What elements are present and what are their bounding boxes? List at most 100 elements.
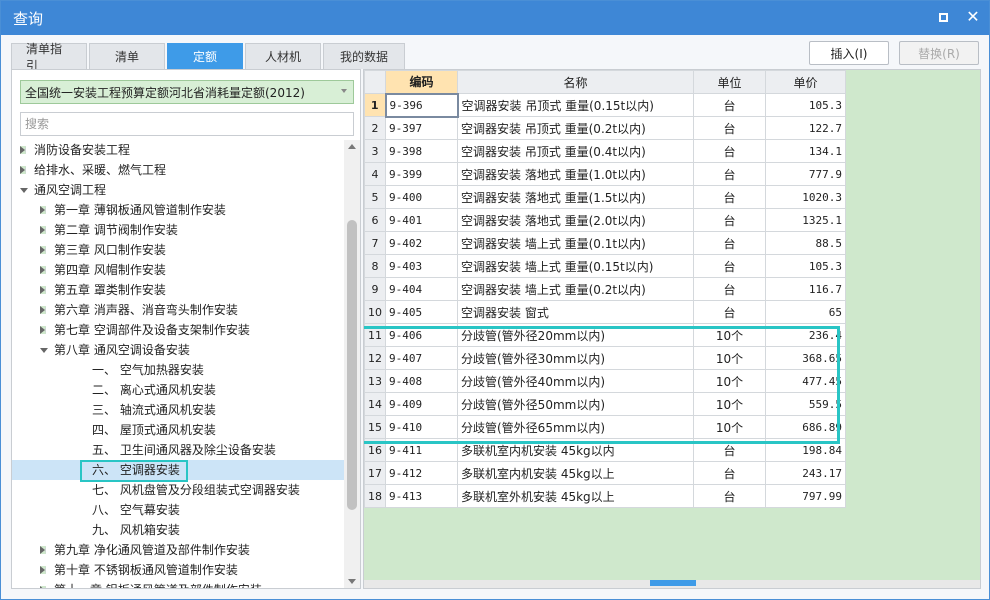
row-number-cell[interactable]: 10 — [364, 300, 386, 324]
tree-node[interactable]: 一、 空气加热器安装 — [12, 360, 344, 380]
price-cell[interactable]: 559.5 — [765, 392, 846, 416]
name-cell[interactable]: 空调器安装 吊顶式 重量(0.4t以内) — [457, 139, 694, 163]
name-cell[interactable]: 分歧管(管外径30mm以内) — [457, 346, 694, 370]
price-cell[interactable]: 797.99 — [765, 484, 846, 508]
name-cell[interactable]: 空调器安装 窗式 — [457, 300, 694, 324]
row-number-cell[interactable]: 6 — [364, 208, 386, 232]
price-cell[interactable]: 122.7 — [765, 116, 846, 140]
code-cell[interactable]: 9-406 — [385, 323, 458, 347]
tab-labor-material-machine[interactable]: 人材机 — [245, 43, 321, 69]
name-cell[interactable]: 多联机室外机安装 45kg以上 — [457, 484, 694, 508]
table-row[interactable]: 17 9-412 多联机室内机安装 45kg以上台 243.17 — [364, 461, 846, 485]
tree-node[interactable]: 通风空调工程 — [12, 180, 344, 200]
tree-node[interactable]: 七、 风机盘管及分段组装式空调器安装 — [12, 480, 344, 500]
tree-node[interactable]: 第十章 不锈钢板通风管道制作安装 — [12, 560, 344, 580]
code-cell[interactable]: 9-398 — [385, 139, 458, 163]
unit-cell[interactable]: 台 — [693, 300, 766, 324]
tree-node[interactable]: 四、 屋顶式通风机安装 — [12, 420, 344, 440]
unit-cell[interactable]: 台 — [693, 277, 766, 301]
tree-node[interactable]: 第六章 消声器、消音弯头制作安装 — [12, 300, 344, 320]
name-cell[interactable]: 空调器安装 墙上式 重量(0.15t以内) — [457, 254, 694, 278]
price-cell[interactable]: 1325.1 — [765, 208, 846, 232]
price-cell[interactable]: 116.7 — [765, 277, 846, 301]
quota-library-select[interactable]: 全国统一安装工程预算定额河北省消耗量定额(2012) — [20, 80, 354, 104]
price-cell[interactable]: 777.9 — [765, 162, 846, 186]
code-cell[interactable]: 9-408 — [385, 369, 458, 393]
name-column-header[interactable]: 名称 — [457, 70, 694, 94]
unit-cell[interactable]: 10个 — [693, 415, 766, 439]
tree-node[interactable]: 第九章 净化通风管道及部件制作安装 — [12, 540, 344, 560]
scroll-down-icon[interactable] — [348, 579, 356, 584]
search-input[interactable] — [20, 112, 354, 136]
table-row[interactable]: 4 9-399 空调器安装 落地式 重量(1.0t以内) 台 777.9 — [364, 162, 846, 186]
unit-cell[interactable]: 10个 — [693, 392, 766, 416]
price-cell[interactable]: 198.84 — [765, 438, 846, 462]
price-cell[interactable]: 105.3 — [765, 93, 846, 117]
name-cell[interactable]: 空调器安装 落地式 重量(1.5t以内) — [457, 185, 694, 209]
chevron-right-icon[interactable] — [40, 586, 46, 588]
grid-hscrollbar[interactable] — [364, 580, 980, 588]
unit-cell[interactable]: 台 — [693, 185, 766, 209]
tree-node[interactable]: 第三章 风口制作安装 — [12, 240, 344, 260]
table-row[interactable]: 12 9-407 分歧管(管外径30mm以内) 10个 368.65 — [364, 346, 846, 370]
chevron-right-icon[interactable] — [40, 306, 46, 314]
chevron-right-icon[interactable] — [40, 286, 46, 294]
name-cell[interactable]: 空调器安装 墙上式 重量(0.1t以内) — [457, 231, 694, 255]
chevron-right-icon[interactable] — [20, 146, 26, 154]
close-button[interactable]: ✕ — [965, 9, 981, 25]
row-number-cell[interactable]: 14 — [364, 392, 386, 416]
splitter-grip[interactable] — [650, 580, 696, 586]
insert-button[interactable]: 插入(I) — [809, 41, 889, 65]
row-number-cell[interactable]: 9 — [364, 277, 386, 301]
unit-cell[interactable]: 台 — [693, 231, 766, 255]
table-row[interactable]: 16 9-411 多联机室内机安装 45kg以内台 198.84 — [364, 438, 846, 462]
name-cell[interactable]: 分歧管(管外径65mm以内) — [457, 415, 694, 439]
row-number-cell[interactable]: 16 — [364, 438, 386, 462]
chevron-right-icon[interactable] — [40, 266, 46, 274]
table-row[interactable]: 3 9-398 空调器安装 吊顶式 重量(0.4t以内) 台 134.1 — [364, 139, 846, 163]
maximize-button[interactable] — [935, 9, 951, 25]
name-cell[interactable]: 分歧管(管外径50mm以内) — [457, 392, 694, 416]
price-cell[interactable]: 1020.3 — [765, 185, 846, 209]
chevron-right-icon[interactable] — [20, 166, 26, 174]
name-cell[interactable]: 空调器安装 吊顶式 重量(0.2t以内) — [457, 116, 694, 140]
tree-node[interactable]: 九、 风机箱安装 — [12, 520, 344, 540]
code-cell[interactable]: 9-400 — [385, 185, 458, 209]
price-cell[interactable]: 243.17 — [765, 461, 846, 485]
code-cell[interactable]: 9-403 — [385, 254, 458, 278]
price-cell[interactable]: 477.45 — [765, 369, 846, 393]
tree-node[interactable]: 五、 卫生间通风器及除尘设备安装 — [12, 440, 344, 460]
unit-cell[interactable]: 台 — [693, 139, 766, 163]
tab-bill[interactable]: 清单 — [89, 43, 165, 69]
code-column-header[interactable]: 编码 — [385, 70, 458, 94]
code-cell[interactable]: 9-397 — [385, 116, 458, 140]
tree-node[interactable]: 八、 空气幕安装 — [12, 500, 344, 520]
tree-node[interactable]: 第五章 罩类制作安装 — [12, 280, 344, 300]
row-number-cell[interactable]: 18 — [364, 484, 386, 508]
unit-cell[interactable]: 台 — [693, 461, 766, 485]
row-number-cell[interactable]: 5 — [364, 185, 386, 209]
table-row[interactable]: 2 9-397 空调器安装 吊顶式 重量(0.2t以内) 台 122.7 — [364, 116, 846, 140]
chevron-right-icon[interactable] — [40, 566, 46, 574]
tree-node[interactable]: 二、 离心式通风机安装 — [12, 380, 344, 400]
tree-node[interactable]: 六、 空调器安装 — [12, 460, 344, 480]
unit-cell[interactable]: 台 — [693, 93, 766, 117]
code-cell[interactable]: 9-409 — [385, 392, 458, 416]
tree-node[interactable]: 第四章 风帽制作安装 — [12, 260, 344, 280]
tree-node[interactable]: 三、 轴流式通风机安装 — [12, 400, 344, 420]
tree-node[interactable]: 第二章 调节阀制作安装 — [12, 220, 344, 240]
scroll-thumb[interactable] — [347, 220, 357, 510]
table-row[interactable]: 11 9-406 分歧管(管外径20mm以内) 10个 236.4 — [364, 323, 846, 347]
tab-quota[interactable]: 定额 — [167, 43, 243, 69]
tree-node[interactable]: 消防设备安装工程 — [12, 140, 344, 160]
row-number-cell[interactable]: 1 — [364, 93, 386, 117]
price-column-header[interactable]: 单价 — [765, 70, 846, 94]
chevron-right-icon[interactable] — [40, 206, 46, 214]
table-row[interactable]: 7 9-402 空调器安装 墙上式 重量(0.1t以内) 台 88.5 — [364, 231, 846, 255]
unit-cell[interactable]: 台 — [693, 208, 766, 232]
name-cell[interactable]: 空调器安装 落地式 重量(1.0t以内) — [457, 162, 694, 186]
chevron-right-icon[interactable] — [40, 246, 46, 254]
table-row[interactable]: 13 9-408 分歧管(管外径40mm以内) 10个 477.45 — [364, 369, 846, 393]
name-cell[interactable]: 多联机室内机安装 45kg以上 — [457, 461, 694, 485]
row-number-cell[interactable]: 17 — [364, 461, 386, 485]
